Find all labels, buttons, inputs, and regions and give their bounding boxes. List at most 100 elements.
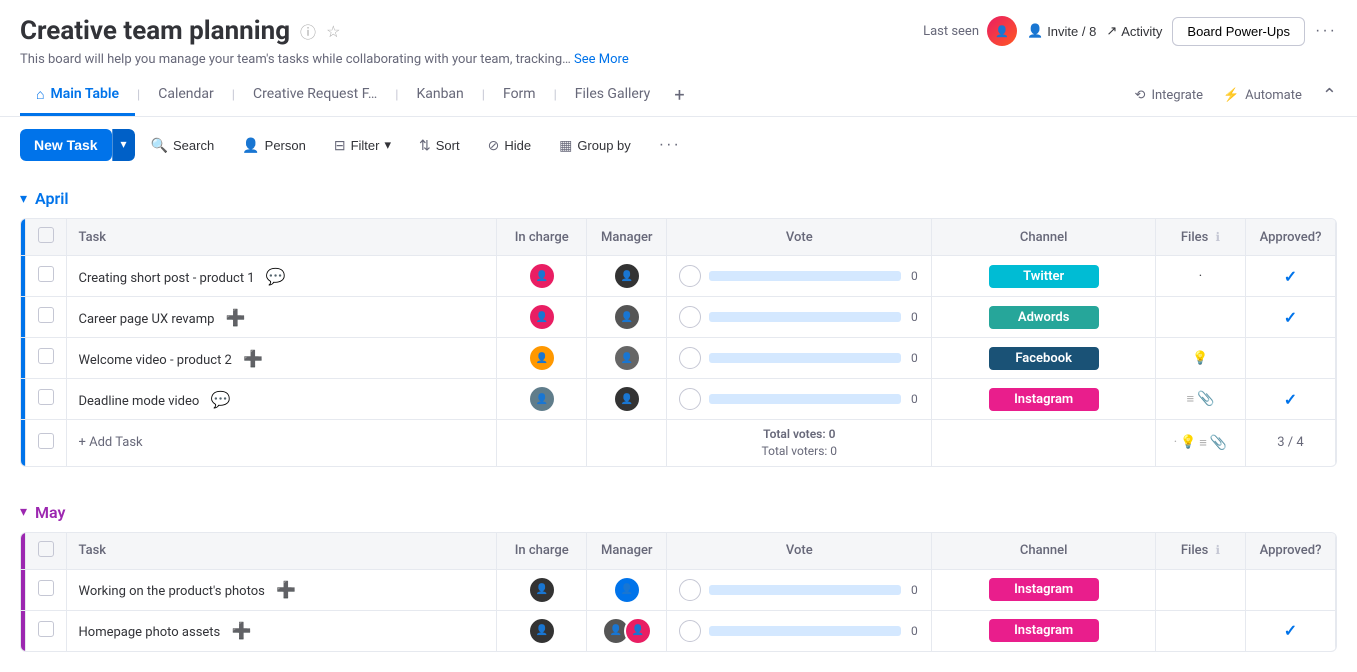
activity-button[interactable]: ↗ Activity bbox=[1106, 23, 1162, 39]
lightbulb-icon: 💡 bbox=[1192, 351, 1208, 366]
integrate-button[interactable]: ⟲ Integrate bbox=[1135, 88, 1203, 103]
vote-circle[interactable] bbox=[679, 306, 701, 328]
task-name: Homepage photo assets bbox=[79, 625, 221, 640]
th-files: Files ℹ bbox=[1156, 533, 1246, 570]
row-checkbox[interactable] bbox=[38, 580, 54, 596]
comment-icon[interactable]: 💬 bbox=[266, 267, 286, 286]
vote-cell: 0 bbox=[667, 379, 932, 420]
channel-badge: Facebook bbox=[989, 347, 1099, 370]
task-cell: Working on the product's photos ➕ bbox=[66, 569, 497, 610]
hide-button[interactable]: ⊘ Hide bbox=[476, 130, 543, 161]
group-by-button[interactable]: ▦ Group by bbox=[547, 130, 643, 161]
add-comment-icon[interactable]: ➕ bbox=[276, 580, 296, 599]
add-comment-icon[interactable]: ➕ bbox=[232, 621, 252, 640]
files-cell: ≡ 📎 bbox=[1156, 379, 1246, 420]
task-cell: Homepage photo assets ➕ bbox=[66, 610, 497, 651]
vote-circle[interactable] bbox=[679, 620, 701, 642]
tab-kanban[interactable]: Kanban bbox=[400, 76, 479, 115]
vote-circle[interactable] bbox=[679, 265, 701, 287]
may-table: Task In charge Manager Vote Channel File… bbox=[21, 533, 1336, 651]
add-task-label[interactable]: + Add Task bbox=[79, 435, 143, 450]
person-filter-button[interactable]: 👤 Person bbox=[230, 130, 318, 161]
vote-circle[interactable] bbox=[679, 388, 701, 410]
comment-icon[interactable]: 💬 bbox=[211, 390, 231, 409]
filter-icon: ⊟ bbox=[334, 137, 346, 154]
in-charge-cell: 👤 bbox=[497, 338, 587, 379]
task-cell: Deadline mode video 💬 bbox=[66, 379, 497, 420]
approved-cell: ✓ bbox=[1246, 610, 1336, 651]
approved-cell: ✓ bbox=[1246, 256, 1336, 297]
may-table-wrapper: Task In charge Manager Vote Channel File… bbox=[20, 532, 1337, 652]
select-all-may-checkbox[interactable] bbox=[38, 541, 54, 557]
select-all-checkbox[interactable] bbox=[38, 227, 54, 243]
channel-badge: Twitter bbox=[989, 265, 1099, 288]
invite-button[interactable]: 👤 Invite / 8 bbox=[1027, 23, 1096, 39]
collapse-button[interactable]: ⌃ bbox=[1322, 85, 1337, 106]
files-cell: · bbox=[1156, 256, 1246, 297]
power-ups-button[interactable]: Board Power-Ups bbox=[1172, 17, 1305, 46]
add-task-checkbox[interactable] bbox=[38, 433, 54, 449]
more-options-button[interactable]: ··· bbox=[1315, 22, 1337, 40]
tab-files-gallery[interactable]: Files Gallery bbox=[559, 76, 667, 115]
tab-main-table[interactable]: ⌂ Main Table bbox=[20, 76, 135, 116]
th-manager: Manager bbox=[587, 219, 667, 256]
page-title: Creative team planning bbox=[20, 16, 290, 46]
new-task-wrapper: New Task ▾ bbox=[20, 129, 135, 161]
info-icon[interactable]: ⓘ bbox=[300, 19, 316, 43]
hide-icon: ⊘ bbox=[488, 137, 500, 154]
vote-circle[interactable] bbox=[679, 347, 701, 369]
manager-avatar-2: 👤 bbox=[624, 617, 652, 645]
more-toolbar-button[interactable]: ··· bbox=[647, 129, 693, 161]
row-checkbox-cell bbox=[25, 297, 66, 338]
filter-button[interactable]: ⊟ Filter ▾ bbox=[322, 130, 403, 161]
search-button[interactable]: 🔍 Search bbox=[139, 130, 227, 161]
th-vote: Vote bbox=[667, 533, 932, 570]
avatar: 👤 bbox=[987, 16, 1017, 46]
manager-avatar: 👤 bbox=[613, 576, 641, 604]
new-task-button[interactable]: New Task bbox=[20, 129, 112, 161]
th-in-charge: In charge bbox=[497, 219, 587, 256]
row-checkbox[interactable] bbox=[38, 389, 54, 405]
april-table-wrapper: Task In charge Manager Vote Channel File… bbox=[20, 218, 1337, 467]
channel-badge: Instagram bbox=[989, 578, 1099, 601]
row-checkbox[interactable] bbox=[38, 266, 54, 282]
row-checkbox[interactable] bbox=[38, 307, 54, 323]
add-task-cell[interactable]: + Add Task bbox=[66, 420, 497, 466]
automate-button[interactable]: ⚡ Automate bbox=[1223, 88, 1302, 103]
row-checkbox[interactable] bbox=[38, 621, 54, 637]
manager-cell: 👤 bbox=[587, 338, 667, 379]
tab-creative-request[interactable]: Creative Request F… bbox=[237, 76, 393, 115]
tab-integrate-area: ⟲ Integrate ⚡ Automate ⌃ bbox=[1135, 85, 1337, 106]
manager-avatar: 👤 bbox=[613, 385, 641, 413]
april-group-header[interactable]: ▾ April bbox=[20, 189, 1337, 208]
may-group-header[interactable]: ▾ May bbox=[20, 503, 1337, 522]
approved-cell bbox=[1246, 338, 1336, 379]
manager-avatar: 👤 bbox=[613, 344, 641, 372]
may-group: ▾ May Task In charge Manager Vote Channe… bbox=[0, 487, 1357, 652]
row-checkbox[interactable] bbox=[38, 348, 54, 364]
channel-badge: Instagram bbox=[989, 619, 1099, 642]
new-task-dropdown-button[interactable]: ▾ bbox=[112, 129, 135, 161]
vote-bar bbox=[709, 353, 901, 363]
vote-cell: 0 bbox=[667, 338, 932, 379]
vote-circle[interactable] bbox=[679, 579, 701, 601]
approved-cell: ✓ bbox=[1246, 379, 1336, 420]
vote-count: 0 bbox=[909, 583, 919, 597]
files-cell: 💡 bbox=[1156, 338, 1246, 379]
comment-icon[interactable]: ➕ bbox=[243, 349, 263, 368]
star-icon[interactable]: ☆ bbox=[326, 22, 340, 41]
april-table: Task In charge Manager Vote Channel File… bbox=[21, 219, 1336, 466]
th-vote: Vote bbox=[667, 219, 932, 256]
task-cell: Welcome video - product 2 ➕ bbox=[66, 338, 497, 379]
tab-calendar[interactable]: Calendar bbox=[142, 76, 230, 115]
in-charge-avatar: 👤 bbox=[528, 617, 556, 645]
see-more-link[interactable]: See More bbox=[574, 52, 629, 67]
approved-check: ✓ bbox=[1284, 267, 1297, 286]
person-icon: 👤 bbox=[242, 137, 259, 154]
add-tab-button[interactable]: + bbox=[666, 75, 692, 116]
header-top: Creative team planning ⓘ ☆ This board wi… bbox=[20, 16, 1337, 67]
comment-icon[interactable]: ➕ bbox=[226, 308, 246, 327]
tab-form[interactable]: Form bbox=[487, 76, 552, 115]
vote-cell: 0 bbox=[667, 569, 932, 610]
sort-button[interactable]: ⇅ Sort bbox=[407, 130, 472, 161]
